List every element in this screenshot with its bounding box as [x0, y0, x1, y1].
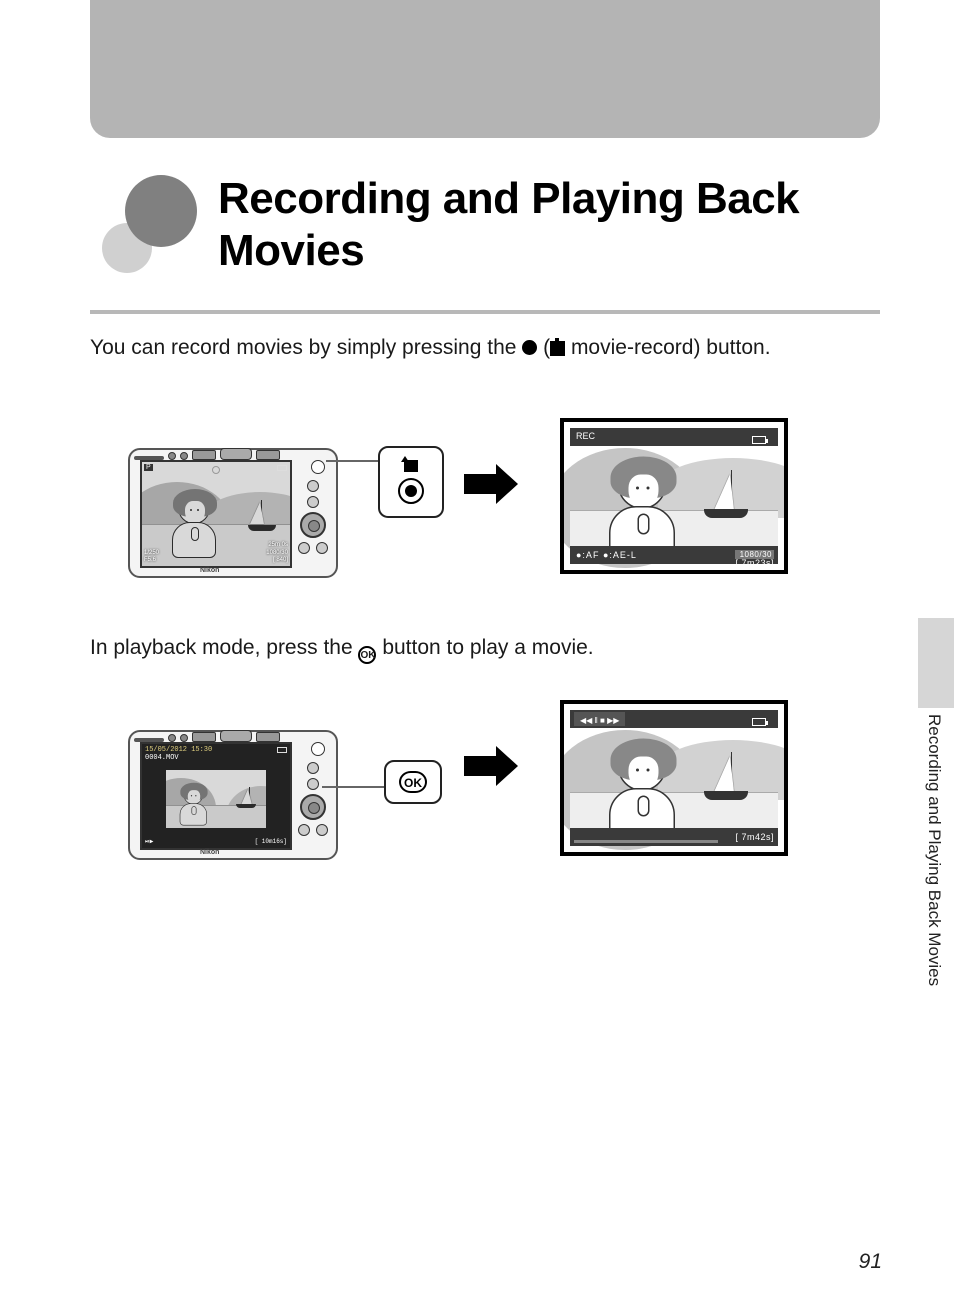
exposure-info: 1/250 F5.6	[144, 550, 159, 564]
intro-post: movie-record) button.	[565, 336, 770, 359]
playback-post: button to play a movie.	[382, 636, 593, 659]
capacity-info: 25m 0s 1080/30 [ 840]	[266, 542, 288, 564]
figure-playback: 15/05/2012 15:30 0004.MOV ⏯▶ [ 10m16s]	[128, 700, 808, 870]
camera-lcd-shooting: P 1/250 F5.6 25m 0s 1080/30 [ 840]	[140, 460, 292, 568]
camera-top-controls	[134, 724, 334, 736]
playback-screen: ◀◀ ‖ ■ ▶▶ [ 7m42s]	[560, 700, 788, 856]
playback-pre: In playback mode, press the	[90, 636, 358, 659]
intro-pre: You can record movies by simply pressing…	[90, 336, 522, 359]
camera-button-2	[307, 778, 319, 790]
playback-footer-right: [ 10m16s]	[255, 838, 287, 846]
recording-top-bar: REC	[570, 428, 778, 446]
camera-record-button	[311, 742, 325, 756]
recording-elapsed: [ 7m23s]	[735, 558, 774, 568]
camera-back-view: P 1/250 F5.6 25m 0s 1080/30 [ 840]	[128, 448, 338, 578]
control-icons: ◀◀ ‖ ■ ▶▶	[580, 716, 619, 725]
lcd-playback-view: 15/05/2012 15:30 0004.MOV ⏯▶ [ 10m16s]	[142, 744, 290, 848]
ok-button-callout: OK	[384, 760, 442, 804]
section-thumb-tab	[918, 618, 954, 708]
camera-button-4	[316, 824, 328, 836]
playback-thumbnail	[166, 770, 266, 828]
figure-recording: P 1/250 F5.6 25m 0s 1080/30 [ 840]	[128, 418, 808, 588]
record-button-callout	[378, 446, 444, 518]
movie-camera-icon	[550, 341, 565, 356]
page-title: Recording and Playing Back Movies	[218, 173, 880, 277]
record-button-icon	[398, 478, 424, 504]
battery-icon	[752, 436, 766, 444]
playback-controls: ◀◀ ‖ ■ ▶▶	[574, 712, 625, 726]
camera-multi-selector	[300, 794, 326, 820]
movie-camera-icon	[404, 460, 418, 472]
af-ae-indicator: ●:AF ●:AE-L	[576, 550, 637, 560]
battery-icon	[277, 465, 287, 471]
camera-brand-label: Nikon	[200, 567, 219, 574]
title-divider	[90, 310, 880, 314]
lcd-live-view: P 1/250 F5.6 25m 0s 1080/30 [ 840]	[142, 462, 290, 566]
playback-top-bar: ◀◀ ‖ ■ ▶▶	[570, 710, 778, 728]
af-point-icon	[212, 466, 220, 474]
leader-line	[322, 786, 384, 788]
ok-button-icon: OK	[399, 771, 427, 793]
battery-icon	[752, 718, 766, 726]
battery-icon	[277, 747, 287, 753]
leader-line	[326, 460, 380, 462]
camera-button-1	[307, 762, 319, 774]
camera-record-button	[311, 460, 325, 474]
camera-brand-label: Nikon	[200, 849, 219, 856]
camera-button-1	[307, 480, 319, 492]
record-button-icon	[522, 340, 537, 355]
playback-footer: ⏯▶ [ 10m16s]	[142, 838, 290, 846]
page-number: 91	[859, 1250, 882, 1274]
camera-button-2	[307, 496, 319, 508]
playback-filename: 0004.MOV	[142, 754, 290, 762]
mode-indicator: P	[144, 464, 153, 471]
camera-multi-selector	[300, 512, 326, 538]
playback-date: 15/05/2012 15:30	[142, 744, 290, 754]
camera-control-panel	[296, 458, 330, 572]
playback-footer-left: ⏯▶	[145, 838, 153, 846]
header-band	[90, 0, 880, 138]
bullet-circle-large	[125, 175, 197, 247]
recording-time-info: 1080/30 [ 7m23s]	[735, 550, 774, 568]
camera-back-view: 15/05/2012 15:30 0004.MOV ⏯▶ [ 10m16s]	[128, 730, 338, 860]
playback-progress-bar	[574, 840, 718, 843]
intro-paren-open: (	[543, 336, 550, 359]
camera-button-4	[316, 542, 328, 554]
camera-lcd-playback: 15/05/2012 15:30 0004.MOV ⏯▶ [ 10m16s]	[140, 742, 292, 850]
camera-button-3	[298, 542, 310, 554]
playback-time: [ 7m42s]	[735, 832, 774, 842]
recording-bottom-bar: ●:AF ●:AE-L 1080/30 [ 7m23s]	[570, 546, 778, 564]
camera-top-controls	[134, 442, 334, 454]
camera-button-3	[298, 824, 310, 836]
recording-screen: REC ●:AF ●:AE-L 1080/30 [ 7m23s]	[560, 418, 788, 574]
playback-text: In playback mode, press the OK button to…	[90, 636, 594, 664]
playback-bottom-bar: [ 7m42s]	[570, 828, 778, 846]
intro-text: You can record movies by simply pressing…	[90, 336, 771, 360]
ok-button-icon: OK	[358, 646, 376, 664]
rec-indicator: REC	[576, 431, 595, 441]
section-side-label: Recording and Playing Back Movies	[924, 714, 944, 986]
camera-control-panel	[296, 740, 330, 854]
